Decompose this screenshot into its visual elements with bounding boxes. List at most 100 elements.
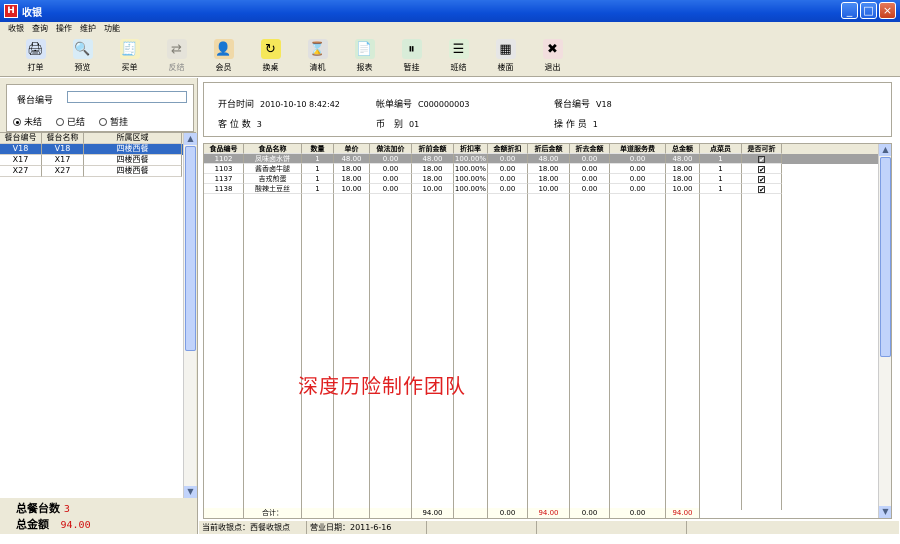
column-header[interactable]: 食品编号 — [204, 144, 244, 154]
scroll-up-icon[interactable]: ▲ — [184, 133, 197, 145]
grid-cell: 10.00 — [412, 184, 454, 194]
checkbox-icon[interactable]: ✔ — [758, 185, 765, 193]
grid-cell: 100.00% — [454, 164, 488, 174]
scroll-thumb[interactable] — [185, 146, 196, 351]
order-items-grid[interactable]: 食品编号 食品名称 数量 单价 做法加价 折前金额 折扣率 金额折扣 折后金额 折去金额 单道服务费… — [203, 143, 892, 519]
menu-item-function[interactable]: 功能 — [104, 23, 120, 34]
preview-icon: 🔍 — [72, 39, 93, 59]
grid-cell: 0.00 — [570, 164, 610, 174]
table-number-label: 餐台编号 — [17, 96, 54, 106]
column-header[interactable]: 折扣率 — [454, 144, 488, 154]
radio-settled[interactable]: 已结 — [56, 115, 85, 128]
menu-bar: 收银 查询 操作 维护 功能 — [0, 22, 900, 35]
table-row[interactable]: V18 V18 四楼西餐 — [0, 144, 196, 155]
grid-cell[interactable]: ✔ — [742, 164, 782, 174]
title-bar: H 收银 _ □ × — [0, 0, 900, 22]
scroll-up-icon[interactable]: ▲ — [879, 144, 891, 156]
grid-cell[interactable]: ✔ — [742, 154, 782, 164]
hold-button[interactable]: ⏸ 暂挂 — [388, 35, 435, 75]
column-header[interactable]: 折前金额 — [412, 144, 454, 154]
column-header[interactable]: 做法加价 — [370, 144, 412, 154]
floor-button[interactable]: ▦ 楼面 — [482, 35, 529, 75]
column-header[interactable]: 食品名称 — [244, 144, 302, 154]
table-row[interactable]: X27 X27 四楼西餐 — [0, 166, 196, 177]
switch-table-button[interactable]: ↻ 换桌 — [247, 35, 294, 75]
column-header[interactable]: 是否可折 — [742, 144, 782, 154]
checkbox-icon[interactable]: ✔ — [758, 165, 765, 173]
window-title: 收银 — [22, 7, 42, 19]
grid-cell: 1103 — [204, 164, 244, 174]
toolbar-label: 清机 — [309, 63, 326, 72]
radio-dot-icon — [13, 117, 21, 126]
menu-item-query[interactable]: 查询 — [32, 23, 48, 34]
exit-button[interactable]: ✖ 退出 — [529, 35, 576, 75]
grid-cell: 0.00 — [610, 174, 666, 184]
menu-item-operation[interactable]: 操作 — [56, 23, 72, 34]
print-icon: 🖨 — [25, 39, 46, 59]
scroll-down-icon[interactable]: ▼ — [879, 506, 891, 518]
bill-info-panel: 开台时间 2010-10-10 8:42:42 帐单编号 C000000003 餐台… — [203, 82, 892, 137]
print-button[interactable]: 🖨 打单 — [12, 35, 59, 75]
grid-scrollbar[interactable]: ▲ ▼ — [878, 144, 891, 518]
table-number-input[interactable] — [67, 91, 187, 103]
column-header[interactable]: 折后金额 — [528, 144, 570, 154]
column-header[interactable]: 总金额 — [666, 144, 700, 154]
column-header[interactable]: 单道服务费 — [610, 144, 666, 154]
column-header[interactable]: 数量 — [302, 144, 334, 154]
radio-dot-icon — [99, 117, 108, 126]
status-empty-1 — [427, 521, 537, 534]
table-list[interactable]: 餐台编号 餐台名称 所属区域 V18 V18 四楼西餐 X17 X17 四楼西餐… — [0, 132, 197, 498]
order-item-row[interactable]: 1137 吉戎煎蛋 1 18.00 0.00 18.00 100.00% 0.00 18.00 0… — [204, 174, 891, 184]
table-cell: 四楼西餐 — [84, 166, 182, 177]
column-header[interactable]: 金额折扣 — [488, 144, 528, 154]
pay-button[interactable]: 🧾 买单 — [106, 35, 153, 75]
checkbox-icon[interactable]: ✔ — [758, 175, 765, 183]
column-header[interactable]: 餐台名称 — [42, 133, 84, 144]
column-header[interactable]: 折去金额 — [570, 144, 610, 154]
member-button[interactable]: 👤 会员 — [200, 35, 247, 75]
currency-label: 币 别 — [376, 120, 404, 130]
report-button[interactable]: 📄 报表 — [341, 35, 388, 75]
column-header[interactable]: 点菜员 — [700, 144, 742, 154]
column-header[interactable]: 餐台编号 — [0, 133, 42, 144]
clear-button[interactable]: ⌛ 清机 — [294, 35, 341, 75]
grid-cell: 10.00 — [528, 184, 570, 194]
grid-cell: 凤味卤水饼 — [244, 154, 302, 164]
shift-close-icon: ☰ — [448, 39, 469, 59]
column-header[interactable]: 单价 — [334, 144, 370, 154]
toolbar: 🖨 打单 🔍 预览 🧾 买单 ⇄ 反结 👤 会员 ↻ 换桌 ⌛ 清机 📄 报表 ⏸ 暂挂 ☰ 班结 ▦ 楼面 ✖ 退出 — [0, 35, 900, 77]
order-item-row[interactable]: 1103 酱香卤牛腿 1 18.00 0.00 18.00 100.00% 0.00 18.00… — [204, 164, 891, 174]
member-icon: 👤 — [213, 39, 234, 59]
table-row[interactable]: X17 X17 四楼西餐 — [0, 155, 196, 166]
checkbox-icon[interactable]: ✔ — [758, 155, 765, 163]
shift-close-button[interactable]: ☰ 班结 — [435, 35, 482, 75]
grid-cell[interactable]: ✔ — [742, 184, 782, 194]
close-button[interactable]: × — [879, 2, 896, 19]
scroll-down-icon[interactable]: ▼ — [184, 486, 197, 498]
table-list-header: 餐台编号 餐台名称 所属区域 — [0, 133, 196, 144]
grid-cell[interactable]: ✔ — [742, 174, 782, 184]
minimize-button[interactable]: _ — [841, 2, 858, 19]
preview-button[interactable]: 🔍 预览 — [59, 35, 106, 75]
grid-cell: 0.00 — [488, 184, 528, 194]
open-time-label: 开台时间 — [218, 100, 255, 110]
grid-scroll-thumb[interactable] — [880, 157, 891, 357]
table-cell: 四楼西餐 — [84, 144, 182, 155]
menu-item-cashier[interactable]: 收银 — [8, 23, 24, 34]
grid-cell: 0.00 — [570, 154, 610, 164]
maximize-button[interactable]: □ — [860, 2, 877, 19]
grid-cell: 0.00 — [370, 154, 412, 164]
radio-on-hold[interactable]: 暂挂 — [99, 115, 128, 128]
radio-unsettled[interactable]: 未结 — [13, 115, 42, 128]
order-item-row[interactable]: 1138 酸辣土豆丝 1 10.00 0.00 10.00 100.00% 0.00 10.00… — [204, 184, 891, 194]
column-header[interactable]: 所属区域 — [84, 133, 182, 144]
order-item-row[interactable]: 1102 凤味卤水饼 1 48.00 0.00 48.00 100.00% 0.00 48.00… — [204, 154, 891, 164]
grid-column-lines — [204, 154, 782, 510]
grid-cell: 1 — [302, 164, 334, 174]
toolbar-label: 换桌 — [262, 63, 279, 72]
table-list-scrollbar[interactable]: ▲ ▼ — [183, 133, 197, 498]
table-cell: V18 — [42, 144, 84, 155]
grid-cell: 酱香卤牛腿 — [244, 164, 302, 174]
menu-item-maintenance[interactable]: 维护 — [80, 23, 96, 34]
reverse-button[interactable]: ⇄ 反结 — [153, 35, 200, 75]
